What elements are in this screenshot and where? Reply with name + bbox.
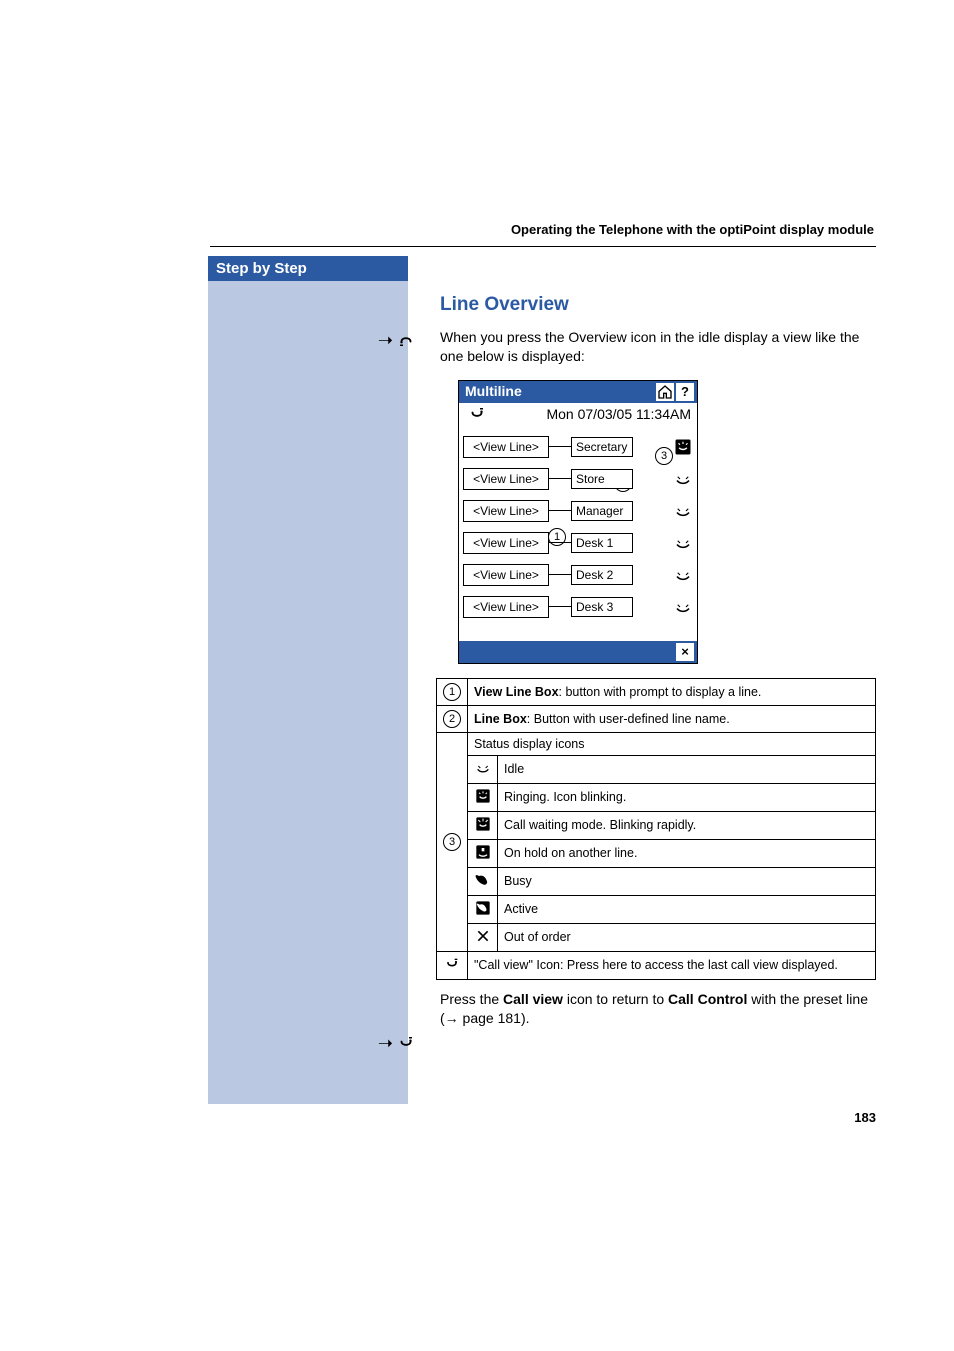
- margin-overview-icon: ➝: [345, 331, 415, 349]
- close-icon[interactable]: ×: [676, 643, 694, 661]
- legend-callview-row: "Call view" Icon: Press here to access t…: [468, 951, 876, 979]
- line-row: <View Line> Secretary: [463, 431, 693, 463]
- legend-num-2: 2: [437, 705, 468, 732]
- page-number: 183: [854, 1110, 876, 1125]
- phone-callwait-icon: [468, 811, 498, 839]
- legend-status-active: Active: [498, 895, 876, 923]
- line-name-button[interactable]: Store: [571, 469, 633, 489]
- phone-idle-icon: [673, 469, 693, 489]
- line-row: <View Line> Desk 3: [463, 591, 693, 623]
- overview-icon: [397, 331, 415, 349]
- connector-line: [549, 606, 571, 607]
- view-line-button[interactable]: <View Line>: [463, 500, 549, 522]
- line-name-button[interactable]: Secretary: [571, 437, 633, 457]
- line-name-button[interactable]: Desk 3: [571, 597, 633, 617]
- line-row: <View Line> Desk 2: [463, 559, 693, 591]
- lines-list: 3 2 1 <View Line> Secretary <View Line> …: [459, 427, 697, 641]
- view-line-button[interactable]: <View Line>: [463, 596, 549, 618]
- legend-table: 1 View Line Box: button with prompt to d…: [436, 678, 876, 980]
- connector-line: [549, 446, 571, 447]
- legend-num-1: 1: [437, 678, 468, 705]
- connector-line: [549, 574, 571, 575]
- phone-idle-icon: [468, 755, 498, 783]
- phone-ringing-icon: [673, 437, 693, 457]
- step-sidebar-title: Step by Step: [208, 256, 408, 281]
- line-row: <View Line> Desk 1: [463, 527, 693, 559]
- header-divider: [210, 246, 876, 247]
- legend-status-header: Status display icons: [468, 732, 876, 755]
- line-name-button[interactable]: Desk 1: [571, 533, 633, 553]
- phone-busy-icon: [468, 867, 498, 895]
- phone-idle-icon: [673, 597, 693, 617]
- view-line-button[interactable]: <View Line>: [463, 564, 549, 586]
- connector-line: [549, 510, 571, 511]
- home-icon[interactable]: [656, 383, 674, 401]
- call-view-button[interactable]: [459, 405, 495, 423]
- section-heading: Line Overview: [440, 294, 876, 316]
- intro-paragraph: When you press the Overview icon in the …: [440, 328, 876, 366]
- screen-titlebar: Multiline ?: [459, 381, 697, 403]
- call-view-icon: [437, 951, 468, 979]
- screen-title: Multiline: [459, 381, 656, 403]
- screen-footer: ×: [459, 641, 697, 663]
- view-line-button[interactable]: <View Line>: [463, 468, 549, 490]
- screen-datetime: Mon 07/03/05 11:34AM: [495, 406, 697, 422]
- legend-status-out: Out of order: [498, 923, 876, 951]
- phone-hold-icon: [468, 839, 498, 867]
- phone-idle-icon: [673, 501, 693, 521]
- legend-status-callwait: Call waiting mode. Blinking rapidly.: [498, 811, 876, 839]
- out-of-order-icon: [468, 923, 498, 951]
- legend-status-hold: On hold on another line.: [498, 839, 876, 867]
- help-icon[interactable]: ?: [676, 383, 694, 401]
- view-line-button[interactable]: <View Line>: [463, 532, 549, 554]
- call-view-icon: [468, 405, 486, 423]
- phone-ringing-icon: [468, 783, 498, 811]
- legend-text-2: Line Box: Button with user-defined line …: [468, 705, 876, 732]
- legend-num-3: 3: [437, 732, 468, 951]
- line-row: <View Line> Store: [463, 463, 693, 495]
- running-header: Operating the Telephone with the optiPoi…: [511, 222, 874, 237]
- phone-idle-icon: [673, 533, 693, 553]
- connector-line: [549, 478, 571, 479]
- phone-active-icon: [468, 895, 498, 923]
- connector-line: [549, 542, 571, 543]
- legend-status-idle: Idle: [498, 755, 876, 783]
- call-view-icon: [397, 1034, 415, 1052]
- closing-paragraph: Press the Call view icon to return to Ca…: [440, 990, 876, 1028]
- margin-callview-icon: ➝: [345, 1034, 415, 1052]
- line-row: <View Line> Manager: [463, 495, 693, 527]
- step-sidebar: Step by Step: [208, 256, 408, 1104]
- legend-status-busy: Busy: [498, 867, 876, 895]
- line-name-button[interactable]: Desk 2: [571, 565, 633, 585]
- phone-screen: Multiline ? Mon 07/03/05 11:34AM: [458, 380, 698, 664]
- line-name-button[interactable]: Manager: [571, 501, 633, 521]
- phone-idle-icon: [673, 565, 693, 585]
- view-line-button[interactable]: <View Line>: [463, 436, 549, 458]
- legend-status-ringing: Ringing. Icon blinking.: [498, 783, 876, 811]
- legend-text-1: View Line Box: button with prompt to dis…: [468, 678, 876, 705]
